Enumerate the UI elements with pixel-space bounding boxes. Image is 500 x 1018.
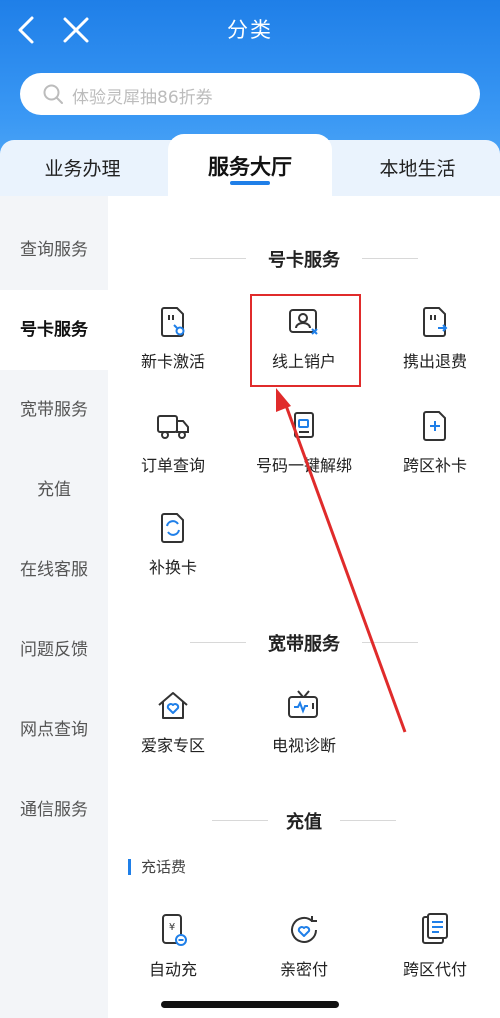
account-cancel-icon — [289, 309, 318, 335]
grid-item-new-card-activate[interactable]: 新卡激活 — [108, 304, 238, 384]
sidebar: 查询服务 号卡服务 宽带服务 充值 在线客服 问题反馈 网点查询 通信服务 — [0, 196, 108, 1018]
sidebar-item-recharge[interactable]: 充值 — [0, 450, 108, 530]
grid-item-transfer-refund[interactable]: 携出退费 — [370, 304, 500, 384]
sim-transfer-icon — [423, 307, 448, 337]
sidebar-item-telecom[interactable]: 通信服务 — [0, 770, 108, 850]
page-title: 分类 — [227, 18, 273, 42]
sidebar-item-outlets[interactable]: 网点查询 — [0, 690, 108, 770]
sidebar-item-card-service[interactable]: 号卡服务 — [0, 290, 108, 370]
unbind-icon — [294, 412, 314, 438]
auto-recharge-icon: ¥ — [162, 914, 187, 946]
cross-pay-icon — [422, 913, 448, 944]
svg-text:¥: ¥ — [169, 922, 175, 933]
section-title-recharge: 充值 — [108, 808, 500, 834]
subsection-title-phone-bill: 充话费 — [128, 859, 186, 875]
card-swap-icon — [161, 513, 184, 543]
grid-item-cross-region-reissue[interactable]: 跨区补卡 — [370, 408, 500, 488]
sidebar-item-feedback[interactable]: 问题反馈 — [0, 610, 108, 690]
sidebar-item-broadband[interactable]: 宽带服务 — [0, 370, 108, 450]
search-placeholder: 体验灵犀抽86折券 — [72, 88, 213, 108]
tab-service-hall-label: 服务大厅 — [208, 155, 292, 179]
heart-pay-icon — [291, 916, 317, 943]
grid-item-cross-region-pay[interactable]: 跨区代付 — [370, 912, 500, 992]
tab-service-hall[interactable]: 服务大厅 — [168, 134, 332, 198]
section-title-broadband: 宽带服务 — [108, 630, 500, 656]
grid-item-intimate-pay[interactable]: 亲密付 — [239, 912, 369, 992]
grid-item-love-home[interactable]: 爱家专区 — [108, 688, 238, 768]
tv-diagnose-icon — [288, 690, 318, 718]
grid-item-online-cancel[interactable]: 线上销户 — [239, 304, 369, 384]
search-icon — [43, 84, 63, 104]
tab-active-indicator — [230, 181, 270, 185]
tab-local-life[interactable]: 本地生活 — [335, 140, 500, 196]
card-add-icon — [423, 411, 446, 441]
truck-icon — [157, 415, 189, 439]
grid-item-auto-recharge[interactable]: ¥ 自动充 — [108, 912, 238, 992]
sidebar-item-online-support[interactable]: 在线客服 — [0, 530, 108, 610]
sidebar-item-query[interactable]: 查询服务 — [0, 210, 108, 290]
main-content: 号卡服务 新卡激活 线上销户 携出退费 订单查询 号码一键解绑 跨区补卡 补换卡… — [108, 196, 500, 1018]
home-indicator[interactable] — [161, 1001, 339, 1008]
grid-item-one-click-unbind[interactable]: 号码一键解绑 — [239, 408, 369, 488]
grid-item-tv-diagnose[interactable]: 电视诊断 — [239, 688, 369, 768]
search-input[interactable]: 体验灵犀抽86折券 — [20, 73, 480, 115]
tab-business[interactable]: 业务办理 — [0, 140, 165, 196]
sim-activate-icon — [161, 307, 185, 337]
grid-item-card-replace[interactable]: 补换卡 — [108, 510, 238, 590]
grid-item-order-query[interactable]: 订单查询 — [108, 408, 238, 488]
home-heart-icon — [158, 692, 188, 719]
section-title-card: 号卡服务 — [108, 246, 500, 272]
